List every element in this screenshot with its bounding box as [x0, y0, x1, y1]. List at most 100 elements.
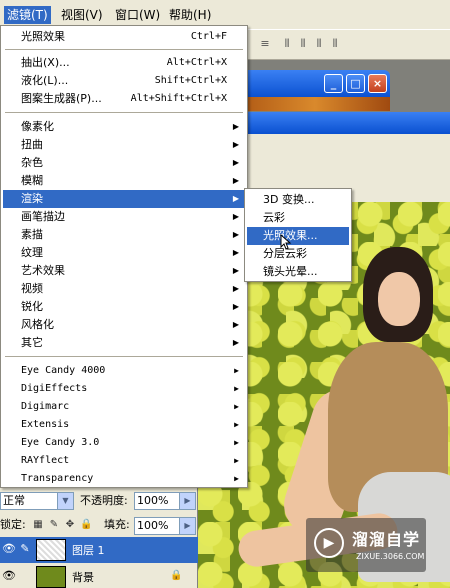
menu-item-rayflect[interactable]: RAYflect ▶ — [3, 452, 245, 470]
opacity-label: 不透明度: — [80, 494, 128, 507]
menu-item-extract[interactable]: 抽出(X)... Alt+Ctrl+X — [3, 54, 245, 72]
submenu-arrow-icon: ▶ — [232, 230, 239, 239]
menu-item-pixelate[interactable]: 像素化 ▶ — [3, 118, 245, 136]
menu-item-label: 艺术效果 — [21, 264, 65, 277]
submenu-arrow-icon: ▶ — [232, 266, 239, 275]
menu-item-label: 图案生成器(P)... — [21, 92, 102, 105]
lock-move-icon[interactable]: ✥ — [64, 519, 76, 531]
menu-item-blur[interactable]: 模糊 ▶ — [3, 172, 245, 190]
fill-label: 填充: — [104, 518, 130, 531]
layer-thumbnail — [36, 539, 66, 561]
menu-item-artistic[interactable]: 艺术效果 ▶ — [3, 262, 245, 280]
menu-item-distort[interactable]: 扭曲 ▶ — [3, 136, 245, 154]
menu-item-sharpen[interactable]: 锐化 ▶ — [3, 298, 245, 316]
menu-divider — [5, 356, 243, 357]
menu-item-label: 抽出(X)... — [21, 56, 70, 69]
menu-item-eye-candy-3[interactable]: Eye Candy 3.0 ▶ — [3, 434, 245, 452]
menu-help[interactable]: 帮助(H) — [166, 6, 214, 24]
layer-row[interactable]: 👁 背景 🔒 — [0, 564, 198, 588]
lock-row: 锁定: ▦ ✎ ✥ 🔒 填充: 100% ▶ — [0, 514, 198, 538]
menu-item-sketch[interactable]: 素描 ▶ — [3, 226, 245, 244]
menu-divider — [5, 112, 243, 113]
distribute-icon[interactable]: ⫴ — [328, 38, 342, 50]
eye-icon[interactable]: 👁 — [2, 569, 16, 583]
lock-brush-icon[interactable]: ✎ — [48, 519, 60, 531]
menu-window[interactable]: 窗口(W) — [112, 6, 163, 24]
opacity-value: 100% — [137, 494, 169, 507]
menu-view[interactable]: 视图(V) — [58, 6, 106, 24]
menu-item-label: Eye Candy 3.0 — [21, 437, 100, 448]
fill-field[interactable]: 100% ▶ — [134, 517, 196, 535]
chevron-right-icon[interactable]: ▶ — [179, 518, 195, 534]
menu-item-liquify[interactable]: 液化(L)... Shift+Ctrl+X — [3, 72, 245, 90]
menu-item-label: 锐化 — [21, 300, 43, 313]
menu-item-eye-candy-4000[interactable]: Eye Candy 4000 ▶ — [3, 362, 245, 380]
align-icon[interactable]: ≡ — [258, 38, 272, 50]
layer-row[interactable]: 👁 ✎ 图层 1 — [0, 537, 198, 563]
document-title-bar[interactable]: _ □ × — [240, 70, 390, 98]
menu-item-noise[interactable]: 杂色 ▶ — [3, 154, 245, 172]
brush-icon: ✎ — [20, 542, 30, 555]
menu-item-brush-strokes[interactable]: 画笔描边 ▶ — [3, 208, 245, 226]
menu-item-label: Transparency — [21, 473, 94, 484]
submenu-item-difference-clouds[interactable]: 分层云彩 — [247, 245, 349, 263]
submenu-arrow-icon: ▶ — [234, 438, 239, 447]
distribute-icon[interactable]: ⫴ — [312, 38, 326, 50]
submenu-arrow-icon: ▶ — [234, 402, 239, 411]
menu-item-label: 像素化 — [21, 120, 54, 133]
blend-mode-value: 正常 — [3, 494, 25, 507]
menu-item-label: 纹理 — [21, 246, 43, 259]
menu-item-label: 光照效果 — [21, 30, 65, 43]
submenu-item-lighting-effects[interactable]: 光照效果... — [247, 227, 349, 245]
menu-item-last-filter[interactable]: 光照效果 Ctrl+F — [3, 28, 245, 46]
eye-icon[interactable]: 👁 — [2, 542, 16, 556]
minimize-icon[interactable]: _ — [324, 74, 343, 93]
menu-item-shortcut: Shift+Ctrl+X — [154, 75, 227, 86]
submenu-arrow-icon: ▶ — [232, 212, 239, 221]
menu-item-video[interactable]: 视频 ▶ — [3, 280, 245, 298]
submenu-arrow-icon: ▶ — [232, 338, 239, 347]
chevron-down-icon[interactable]: ▼ — [57, 493, 73, 509]
subject-face — [378, 272, 420, 326]
menu-item-texture[interactable]: 纹理 ▶ — [3, 244, 245, 262]
distribute-icon[interactable]: ⫴ — [296, 38, 310, 50]
menu-item-render[interactable]: 渲染 ▶ — [3, 190, 245, 208]
submenu-arrow-icon: ▶ — [234, 366, 239, 375]
submenu-arrow-icon: ▶ — [232, 176, 239, 185]
layer-name: 背景 — [72, 571, 94, 584]
opacity-field[interactable]: 100% ▶ — [134, 492, 196, 510]
menu-item-transparency[interactable]: Transparency ▶ — [3, 470, 245, 488]
maximize-icon[interactable]: □ — [346, 74, 365, 93]
submenu-item-clouds[interactable]: 云彩 — [247, 209, 349, 227]
submenu-item-lens-flare[interactable]: 镜头光晕... — [247, 263, 349, 281]
chevron-right-icon[interactable]: ▶ — [179, 493, 195, 509]
watermark-url: ZIXUE.3066.COM — [356, 552, 425, 561]
menu-item-stylize[interactable]: 风格化 ▶ — [3, 316, 245, 334]
submenu-arrow-icon: ▶ — [234, 474, 239, 483]
menu-item-label: 视频 — [21, 282, 43, 295]
close-icon[interactable]: × — [368, 74, 387, 93]
submenu-arrow-icon: ▶ — [232, 158, 239, 167]
menu-item-label: 杂色 — [21, 156, 43, 169]
layer-name: 图层 1 — [72, 544, 105, 557]
menu-item-other[interactable]: 其它 ▶ — [3, 334, 245, 352]
menu-item-label: Digimarc — [21, 401, 70, 412]
distribute-icon[interactable]: ⫴ — [280, 38, 294, 50]
menu-item-digieffects[interactable]: DigiEffects ▶ — [3, 380, 245, 398]
menu-item-label: 扭曲 — [21, 138, 43, 151]
submenu-arrow-icon: ▶ — [232, 122, 239, 131]
second-window-title-bar[interactable] — [240, 112, 450, 134]
menu-item-pattern-maker[interactable]: 图案生成器(P)... Alt+Shift+Ctrl+X — [3, 90, 245, 108]
menu-filter[interactable]: 滤镜(T) — [4, 6, 51, 24]
menu-item-extensis[interactable]: Extensis ▶ — [3, 416, 245, 434]
submenu-arrow-icon: ▶ — [232, 320, 239, 329]
lock-transparency-icon[interactable]: ▦ — [32, 519, 44, 531]
blend-row: 正常 ▼ 不透明度: 100% ▶ — [0, 490, 198, 514]
blend-mode-select[interactable]: 正常 ▼ — [0, 492, 74, 510]
menu-item-shortcut: Ctrl+F — [190, 31, 227, 42]
submenu-item-3d-transform[interactable]: 3D 变换... — [247, 191, 349, 209]
menu-item-digimarc[interactable]: Digimarc ▶ — [3, 398, 245, 416]
submenu-arrow-icon: ▶ — [234, 384, 239, 393]
lock-all-icon[interactable]: 🔒 — [80, 519, 92, 531]
submenu-arrow-icon: ▶ — [232, 140, 239, 149]
